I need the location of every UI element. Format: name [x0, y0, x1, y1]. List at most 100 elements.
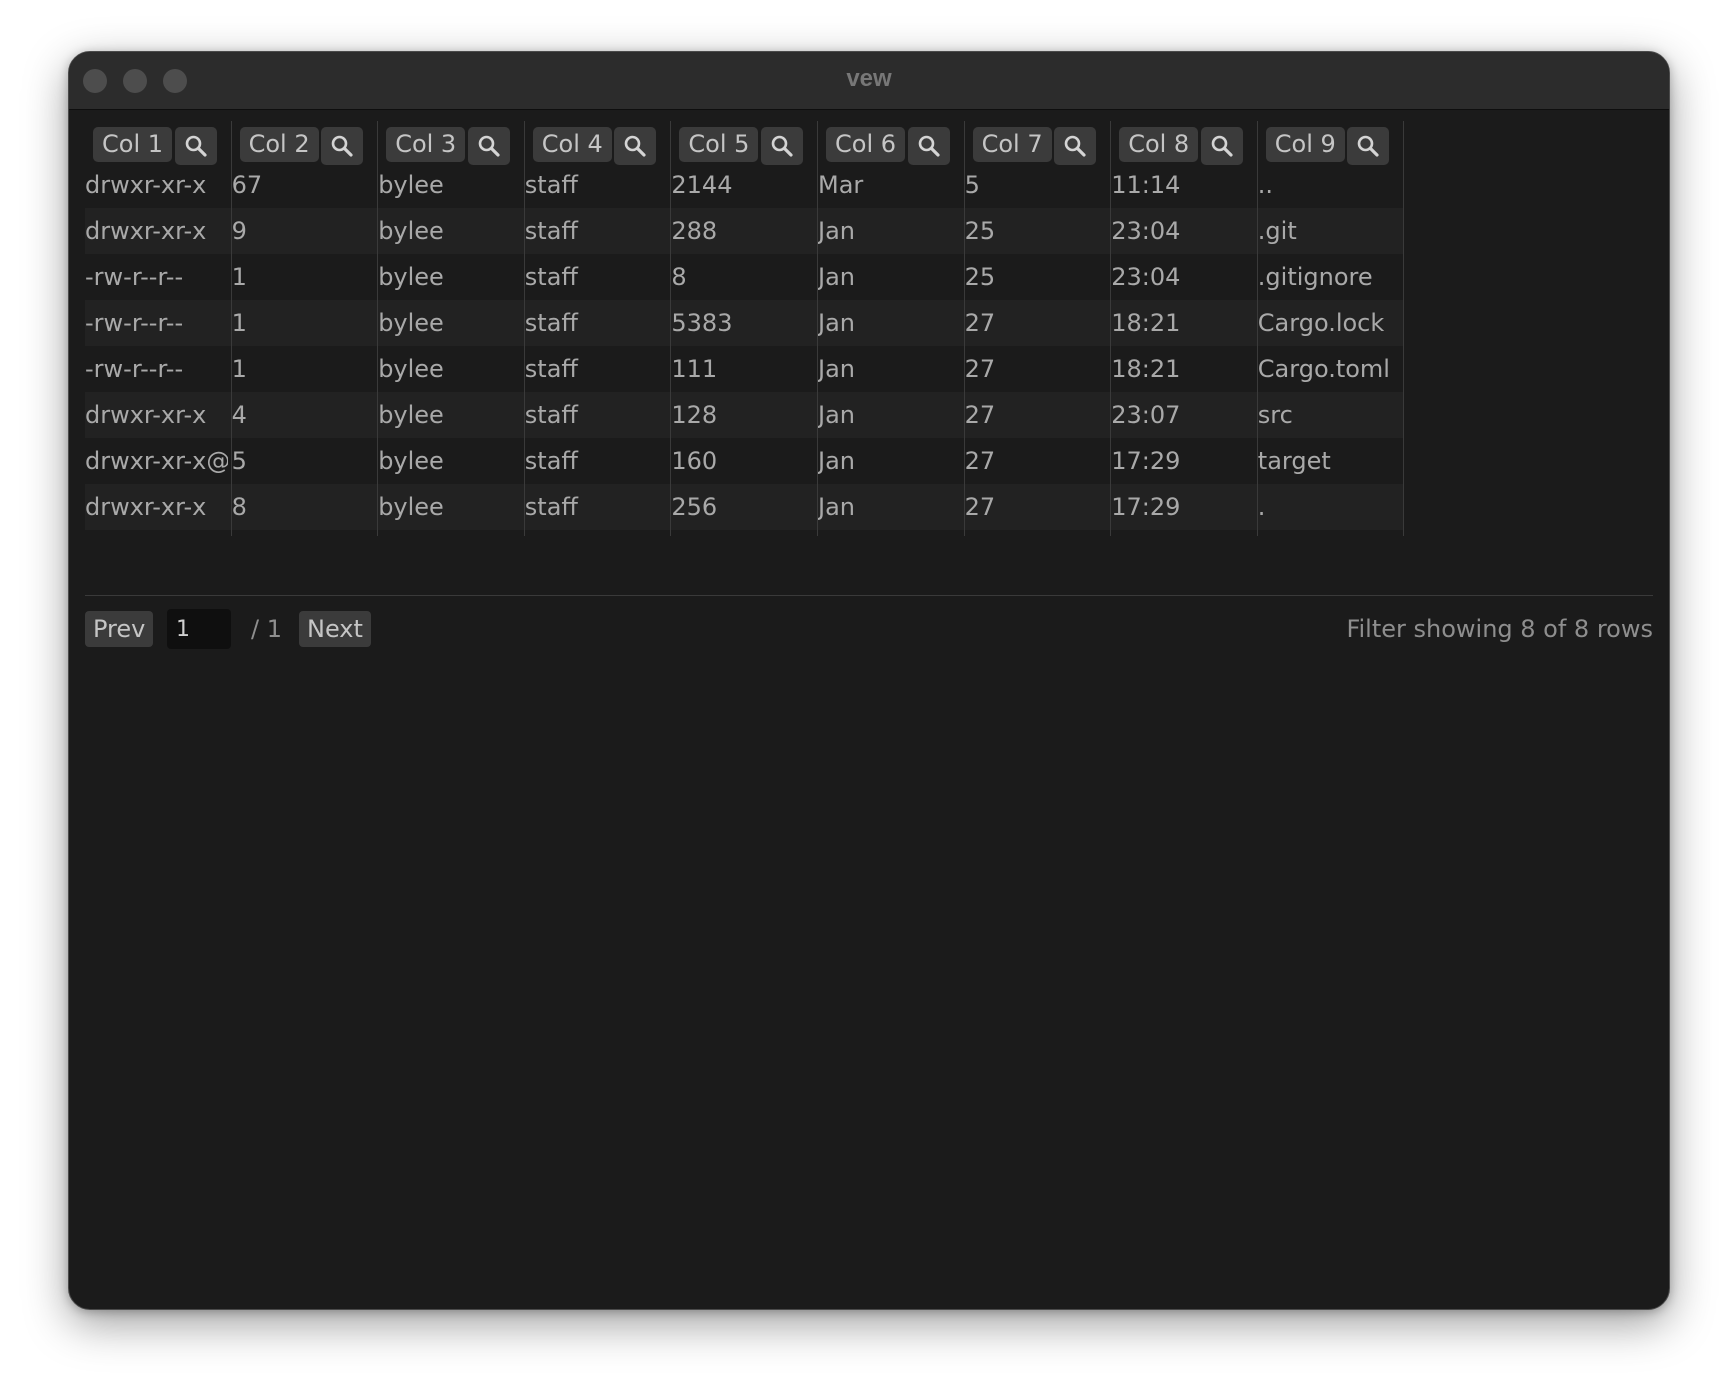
search-icon [331, 135, 353, 157]
search-icon [918, 135, 940, 157]
next-page-button[interactable]: Next [299, 611, 371, 647]
table-cell: 25 [964, 263, 996, 291]
column-sort-button[interactable]: Col 9 [1265, 127, 1345, 162]
table-cell: staff [524, 309, 578, 337]
table-cell: 27 [964, 355, 996, 383]
table-cell: bylee [378, 355, 444, 383]
table-column: Col 1 drwxr-xr-x drwxr-xr-x -rw-r--r-- -rw-r… [85, 121, 232, 536]
prev-page-button[interactable]: Prev [85, 611, 154, 647]
table-cell: 18:21 [1111, 309, 1181, 337]
table-cell: drwxr-xr-x [85, 401, 207, 429]
window-title: vew [846, 65, 892, 92]
column-header: Col 2 [232, 121, 378, 165]
table-cell: 5 [964, 171, 980, 199]
table-column: Col 7 5 25 25 27 27 27 27 27 [965, 121, 1112, 536]
title-bar[interactable]: vew [69, 52, 1669, 110]
column-header: Col 8 [1111, 121, 1257, 165]
table-cell: target [1257, 447, 1331, 475]
page-total-label: / 1 [251, 615, 282, 643]
column-sort-button[interactable]: Col 1 [93, 127, 173, 162]
column-filter-button[interactable] [1200, 127, 1243, 165]
table-cell: Cargo.toml [1257, 355, 1390, 383]
column-header: Col 5 [671, 121, 817, 165]
table-column: Col 3 bylee bylee bylee bylee bylee bylee bylee… [378, 121, 525, 536]
column-filter-button[interactable] [760, 127, 803, 165]
table-column: Col 5 2144 288 8 5383 111 128 160 256 [671, 121, 818, 536]
table-cell: Mar [818, 171, 864, 199]
column-sort-button[interactable]: Col 2 [239, 127, 319, 162]
table-cell: 2144 [671, 171, 733, 199]
column-filter-button[interactable] [1054, 127, 1097, 165]
column-filter-button[interactable] [614, 127, 657, 165]
table-cell: src [1257, 401, 1293, 429]
data-table: Col 1 drwxr-xr-x drwxr-xr-x -rw-r--r-- -rw-r… [85, 121, 1653, 536]
table-cell: 8 [671, 263, 687, 291]
table-cell: drwxr-xr-x [85, 217, 207, 245]
table-cell: staff [524, 263, 578, 291]
column-filter-button[interactable] [467, 127, 510, 165]
table-column: Col 9.. .git .gitignore Cargo.lock Cargo.tom… [1258, 121, 1405, 536]
table-cell: 18:21 [1111, 355, 1181, 383]
column-filter-button[interactable] [907, 127, 950, 165]
table-cell: Cargo.lock [1257, 309, 1385, 337]
table-cell: 1 [231, 263, 247, 291]
table-divider [85, 595, 1653, 596]
column-header: Col 6 [818, 121, 964, 165]
table-cell: 111 [671, 355, 718, 383]
table-cell: staff [524, 355, 578, 383]
table-cell: 8 [231, 493, 247, 521]
search-icon [1064, 135, 1086, 157]
table-cell: staff [524, 447, 578, 475]
table-cell: 23:04 [1111, 217, 1181, 245]
table-cell: bylee [378, 401, 444, 429]
table-cell: 5 [231, 447, 247, 475]
table-cell: -rw-r--r-- [85, 355, 184, 383]
table-cell: drwxr-xr-x [85, 493, 207, 521]
table-cell: 160 [671, 447, 718, 475]
table-cell: 27 [964, 309, 996, 337]
table-cell: bylee [378, 493, 444, 521]
column-sort-button[interactable]: Col 7 [972, 127, 1052, 162]
table-cell: Jan [818, 355, 855, 383]
page-number-input[interactable] [167, 609, 231, 649]
column-filter-button[interactable] [321, 127, 364, 165]
table-column: Col 4 staff staff staff staff staff staff staff… [525, 121, 672, 536]
table-cell: bylee [378, 217, 444, 245]
column-header: Col 9 [1258, 121, 1404, 165]
table-cell: 23:07 [1111, 401, 1181, 429]
column-sort-button[interactable]: Col 4 [532, 127, 612, 162]
table-cell: .. [1257, 171, 1274, 199]
search-icon [771, 135, 793, 157]
search-icon [625, 135, 646, 157]
table-column: Col 2 67 9 1 1 1 4 5 8 [232, 121, 379, 536]
search-icon [185, 135, 207, 157]
table-cell: 1 [231, 309, 247, 337]
column-sort-button[interactable]: Col 5 [679, 127, 759, 162]
table-cell: Jan [818, 401, 855, 429]
table-cell: staff [524, 493, 578, 521]
table-cell: drwxr-xr-x [85, 171, 207, 199]
table-cell: 25 [964, 217, 996, 245]
table-cell: 11:14 [1111, 171, 1181, 199]
column-sort-button[interactable]: Col 3 [386, 127, 466, 162]
table-cell: .gitignore [1257, 263, 1373, 291]
table-column: Col 6 Mar Jan Jan Jan Jan Jan Jan Jan [818, 121, 965, 536]
table-cell: 27 [964, 447, 996, 475]
column-filter-button[interactable] [174, 127, 217, 165]
table-cell: .git [1257, 217, 1297, 245]
column-header: Col 4 [525, 121, 671, 165]
table-cell: staff [524, 401, 578, 429]
column-sort-button[interactable]: Col 6 [826, 127, 906, 162]
column-sort-button[interactable]: Col 8 [1119, 127, 1199, 162]
table-cell: 9 [231, 217, 247, 245]
table-cell: 27 [964, 493, 996, 521]
table-cell: bylee [378, 447, 444, 475]
column-header: Col 1 [85, 121, 231, 165]
search-icon [1211, 135, 1233, 157]
column-filter-button[interactable] [1347, 127, 1390, 165]
search-icon [478, 135, 500, 157]
table-cell: 5383 [671, 309, 733, 337]
table-cell: bylee [378, 263, 444, 291]
table-cell: Jan [818, 493, 855, 521]
table-cell: 23:04 [1111, 263, 1181, 291]
